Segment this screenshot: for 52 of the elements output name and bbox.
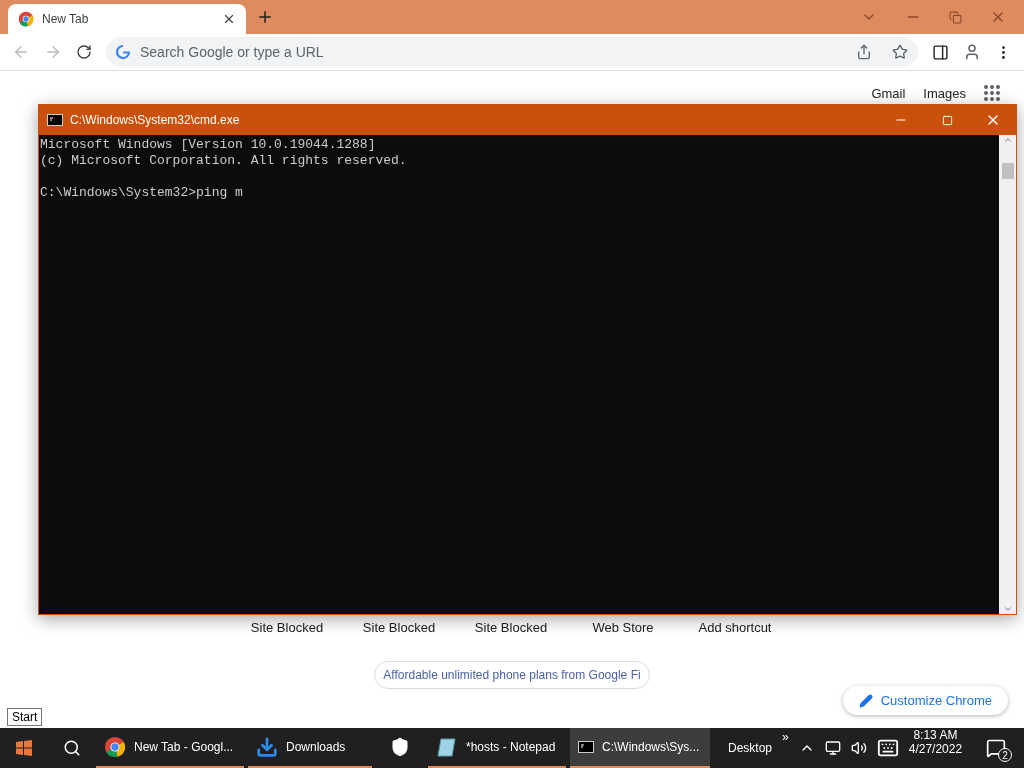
shortcut-label[interactable]: Site Blocked [231, 620, 343, 635]
taskbar-item[interactable]: C:\Windows\Sys... [570, 728, 710, 768]
notepad-icon [436, 736, 458, 758]
console-line: C:\Windows\System32>ping m [40, 185, 244, 201]
shortcut-label[interactable]: Add shortcut [679, 620, 791, 635]
keyboard-icon[interactable] [876, 737, 899, 759]
close-icon[interactable] [222, 12, 236, 26]
browser-tab[interactable]: New Tab [8, 4, 246, 34]
header-link[interactable]: Images [923, 85, 966, 101]
reload-icon[interactable] [76, 44, 92, 60]
maximize-icon[interactable] [941, 114, 953, 126]
chrome-icon [18, 11, 34, 27]
shortcut-label[interactable]: Site Blocked [343, 620, 455, 635]
desktop-toolbar[interactable]: Desktop [728, 741, 773, 755]
scroll-down-icon[interactable] [1002, 604, 1013, 614]
window-title: C:\Windows\System32\cmd.exe [70, 113, 240, 127]
scroll-thumb[interactable] [1001, 163, 1014, 179]
console-icon [47, 114, 63, 126]
search-icon[interactable] [63, 739, 81, 757]
share-icon[interactable] [856, 44, 872, 60]
address-bar[interactable]: Search Google or type a URL [106, 37, 918, 67]
clock[interactable]: 8:13 AM 4/27/2022 [898, 728, 973, 768]
scrollbar[interactable] [999, 135, 1016, 614]
taskbar-item[interactable]: New Tab - Googl... [96, 728, 244, 768]
customize-chrome-button[interactable]: Customize Chrome [842, 686, 1008, 715]
pencil-icon [858, 693, 873, 708]
start-tooltip: Start [7, 708, 43, 726]
shield-icon [390, 737, 410, 757]
shortcut-label[interactable]: Web Store [567, 620, 679, 635]
new-tab-icon[interactable] [256, 8, 274, 26]
search-input[interactable]: Search Google or type a URL [138, 43, 848, 61]
shortcut-label[interactable]: Site Blocked [455, 620, 567, 635]
side-panel-icon[interactable] [932, 43, 949, 61]
taskbar-item[interactable]: *hosts - Notepad [428, 728, 566, 768]
scroll-up-icon[interactable] [1002, 135, 1013, 145]
download-icon [256, 736, 278, 758]
restore-icon[interactable] [949, 10, 962, 24]
taskbar-item[interactable]: Downloads [248, 728, 372, 768]
profile-icon[interactable] [963, 43, 981, 61]
chrome-icon [104, 736, 126, 758]
header-link[interactable]: Gmail [871, 85, 906, 101]
notification-count: 2 [998, 748, 1013, 762]
volume-icon[interactable] [850, 740, 867, 756]
apps-grid-icon[interactable] [984, 85, 1000, 101]
windows-logo-icon[interactable] [16, 740, 32, 756]
console-line: Microsoft Windows [Version 10.0.19044.1288] [40, 137, 377, 153]
google-icon [116, 45, 130, 59]
star-icon[interactable] [892, 44, 908, 60]
network-icon[interactable] [824, 740, 841, 756]
toolbar-overflow[interactable]: » [782, 730, 789, 744]
console-icon [578, 741, 594, 753]
console-line: (c) Microsoft Corporation. All rights reserved. [40, 153, 408, 169]
